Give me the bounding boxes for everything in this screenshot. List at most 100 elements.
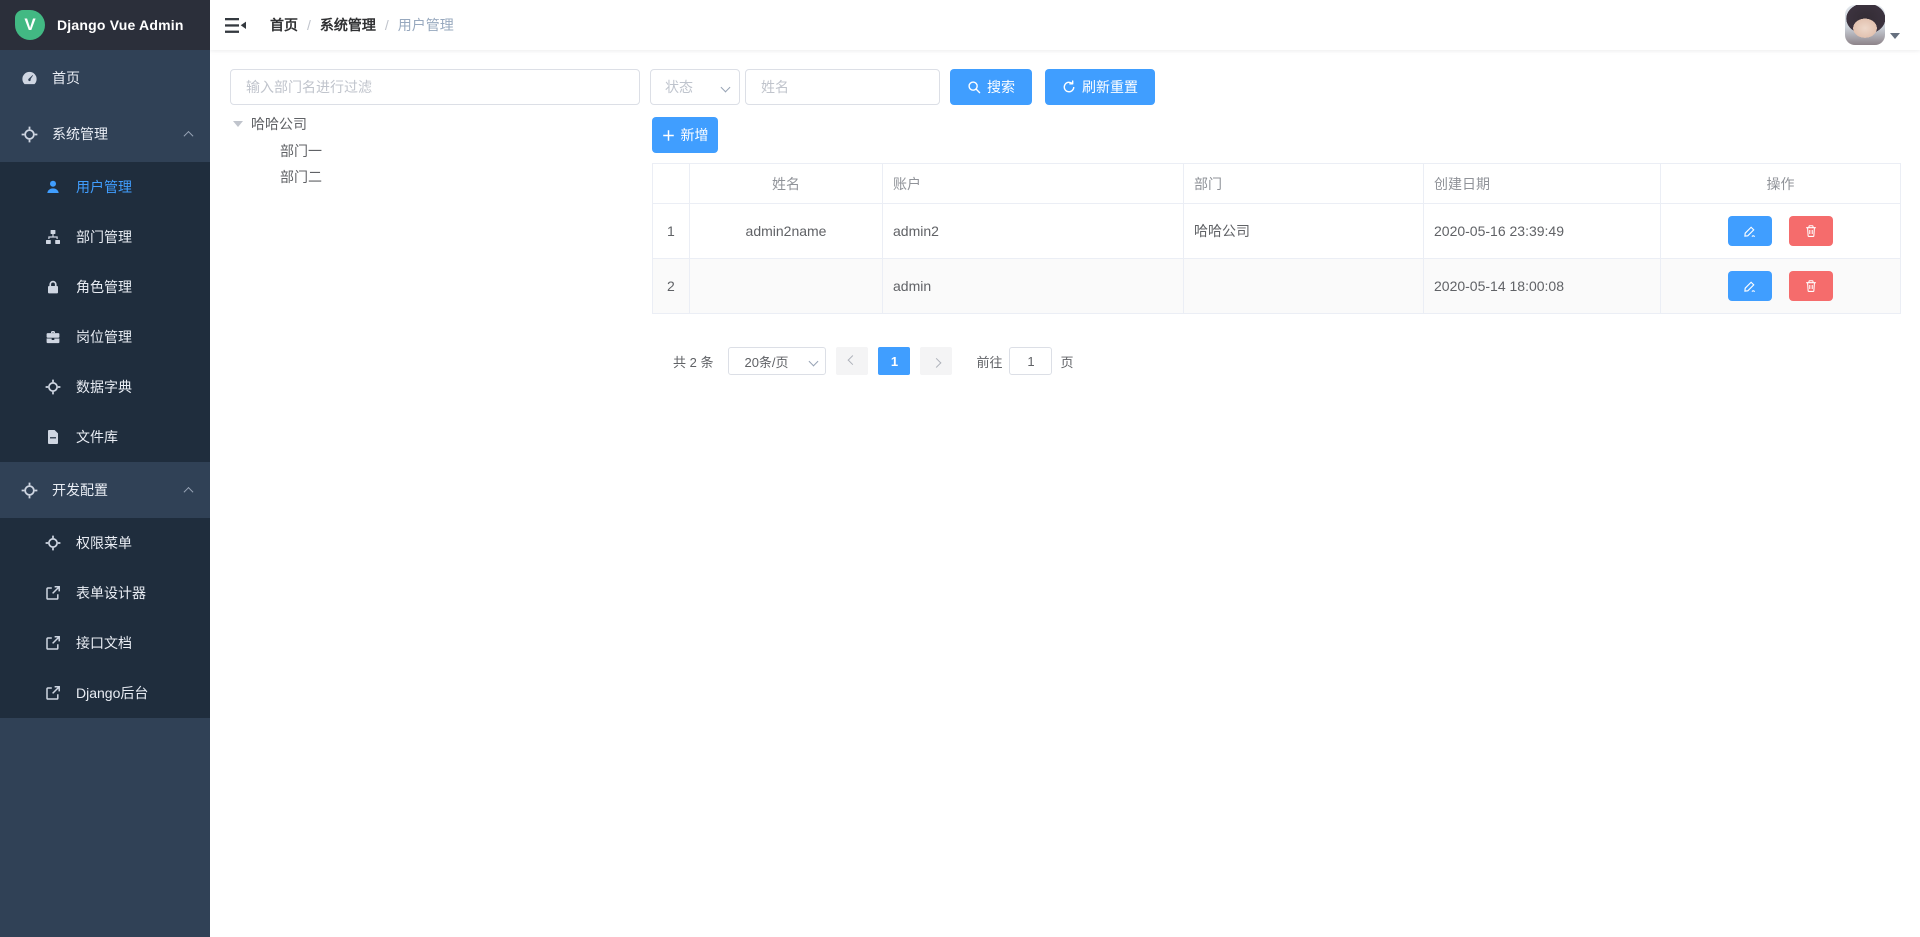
navbar: 首页 / 系统管理 / 用户管理: [210, 0, 1920, 50]
sidebar-item-roles[interactable]: 角色管理: [0, 262, 210, 312]
briefcase-icon: [44, 328, 62, 346]
sidebar-item-label: 岗位管理: [76, 327, 132, 347]
header-account: 账户: [883, 164, 1184, 204]
tree-node-label: 哈哈公司: [251, 114, 307, 134]
department-filter-input[interactable]: [230, 69, 640, 105]
add-user-button[interactable]: 新增: [652, 117, 718, 153]
sidebar-item-home[interactable]: 首页: [0, 50, 210, 106]
total-count-label: 共 2 条: [673, 352, 713, 371]
delete-button[interactable]: [1789, 271, 1833, 301]
sidebar-item-files[interactable]: 文件库: [0, 412, 210, 462]
sidebar-item-positions[interactable]: 岗位管理: [0, 312, 210, 362]
tree-expand-caret-icon[interactable]: [233, 121, 243, 127]
add-button-label: 新增: [681, 125, 709, 145]
chevron-left-icon: [848, 355, 858, 365]
sidebar-item-label: Django后台: [76, 683, 148, 703]
lock-icon: [44, 278, 62, 296]
cell-index: 2: [653, 259, 690, 314]
sidebar-group-system[interactable]: 系统管理: [0, 106, 210, 162]
header-index: [653, 164, 690, 204]
tree-node-child[interactable]: 部门二: [230, 164, 640, 190]
breadcrumb-separator: /: [385, 17, 389, 33]
chevron-down-icon: [809, 356, 819, 366]
sidebar-item-departments[interactable]: 部门管理: [0, 212, 210, 262]
cell-index: 1: [653, 204, 690, 259]
sidebar-fold-icon[interactable]: [225, 16, 247, 34]
reset-button-label: 刷新重置: [1082, 77, 1138, 97]
delete-button[interactable]: [1789, 216, 1833, 246]
sidebar: V Django Vue Admin 首页 系统管理 用户管理: [0, 0, 210, 937]
sidebar-item-api-docs[interactable]: 接口文档: [0, 618, 210, 668]
goto-page-input[interactable]: [1009, 347, 1052, 375]
table-header-row: 姓名 账户 部门 创建日期 操作: [653, 164, 1901, 204]
cell-name: admin2name: [690, 204, 883, 259]
sidebar-item-label: 部门管理: [76, 227, 132, 247]
header-actions: 操作: [1661, 164, 1901, 204]
prev-page-button[interactable]: [836, 347, 868, 375]
sidebar-item-form-designer[interactable]: 表单设计器: [0, 568, 210, 618]
cell-account: admin: [883, 259, 1184, 314]
refresh-icon: [1062, 80, 1076, 94]
breadcrumb-system[interactable]: 系统管理: [320, 15, 376, 35]
search-button-label: 搜索: [987, 77, 1015, 97]
sidebar-item-label: 文件库: [76, 427, 118, 447]
chevron-down-icon: [721, 82, 731, 92]
status-select[interactable]: 状态: [650, 69, 740, 105]
search-button[interactable]: 搜索: [950, 69, 1032, 105]
aim-icon: [44, 534, 62, 552]
sidebar-item-dictionary[interactable]: 数据字典: [0, 362, 210, 412]
header-created: 创建日期: [1424, 164, 1661, 204]
header-name: 姓名: [690, 164, 883, 204]
sidebar-menu: 首页 系统管理 用户管理 部门管理: [0, 50, 210, 718]
name-filter-input[interactable]: [745, 69, 940, 105]
sidebar-item-label: 首页: [52, 68, 80, 88]
app-logo[interactable]: V Django Vue Admin: [0, 0, 210, 50]
refresh-reset-button[interactable]: 刷新重置: [1045, 69, 1155, 105]
next-page-button[interactable]: [920, 347, 952, 375]
external-link-icon: [44, 634, 62, 652]
page-number-button[interactable]: 1: [878, 347, 910, 375]
chevron-up-icon: [184, 130, 194, 140]
sidebar-item-label: 角色管理: [76, 277, 132, 297]
filter-toolbar: 状态 搜索 刷新重置: [650, 69, 1155, 105]
users-table: 姓名 账户 部门 创建日期 操作 1 admin2name admin2 哈哈公…: [652, 163, 1901, 314]
goto-label: 前往: [976, 352, 1002, 371]
submenu-dev: 权限菜单 表单设计器 接口文档 Django后台: [0, 518, 210, 718]
breadcrumb-home[interactable]: 首页: [270, 15, 298, 35]
caret-down-icon: [1890, 33, 1900, 39]
edit-button[interactable]: [1728, 216, 1772, 246]
status-select-placeholder: 状态: [665, 77, 722, 97]
dashboard-icon: [20, 69, 38, 87]
external-link-icon: [44, 684, 62, 702]
vue-logo-icon: V: [15, 10, 45, 40]
sidebar-item-label: 接口文档: [76, 633, 132, 653]
tree-node-root[interactable]: 哈哈公司: [230, 110, 640, 138]
sidebar-item-label: 权限菜单: [76, 533, 132, 553]
tree-children: 部门一 部门二: [230, 138, 640, 190]
aim-icon: [44, 378, 62, 396]
header-department: 部门: [1184, 164, 1424, 204]
sidebar-group-dev[interactable]: 开发配置: [0, 462, 210, 518]
tree-node-label: 部门二: [280, 167, 322, 187]
edit-button[interactable]: [1728, 271, 1772, 301]
table-row: 2 admin 2020-05-14 18:00:08: [653, 259, 1901, 314]
cell-created: 2020-05-14 18:00:08: [1424, 259, 1661, 314]
sidebar-item-django-admin[interactable]: Django后台: [0, 668, 210, 718]
sidebar-item-permission-menu[interactable]: 权限菜单: [0, 518, 210, 568]
tree-node-child[interactable]: 部门一: [230, 138, 640, 164]
sidebar-item-users[interactable]: 用户管理: [0, 162, 210, 212]
plus-icon: [662, 129, 675, 142]
cell-department: [1184, 259, 1424, 314]
app-title: Django Vue Admin: [57, 17, 184, 33]
sidebar-group-label: 系统管理: [52, 124, 108, 144]
search-icon: [967, 80, 981, 94]
user-menu[interactable]: [1845, 0, 1900, 50]
user-avatar[interactable]: [1845, 5, 1885, 45]
page-unit-label: 页: [1060, 352, 1073, 371]
page-size-select[interactable]: 20条/页: [728, 347, 826, 375]
document-icon: [44, 428, 62, 446]
breadcrumb-separator: /: [307, 17, 311, 33]
cell-department: 哈哈公司: [1184, 204, 1424, 259]
department-tree: 哈哈公司 部门一 部门二: [230, 110, 640, 190]
table-row: 1 admin2name admin2 哈哈公司 2020-05-16 23:3…: [653, 204, 1901, 259]
